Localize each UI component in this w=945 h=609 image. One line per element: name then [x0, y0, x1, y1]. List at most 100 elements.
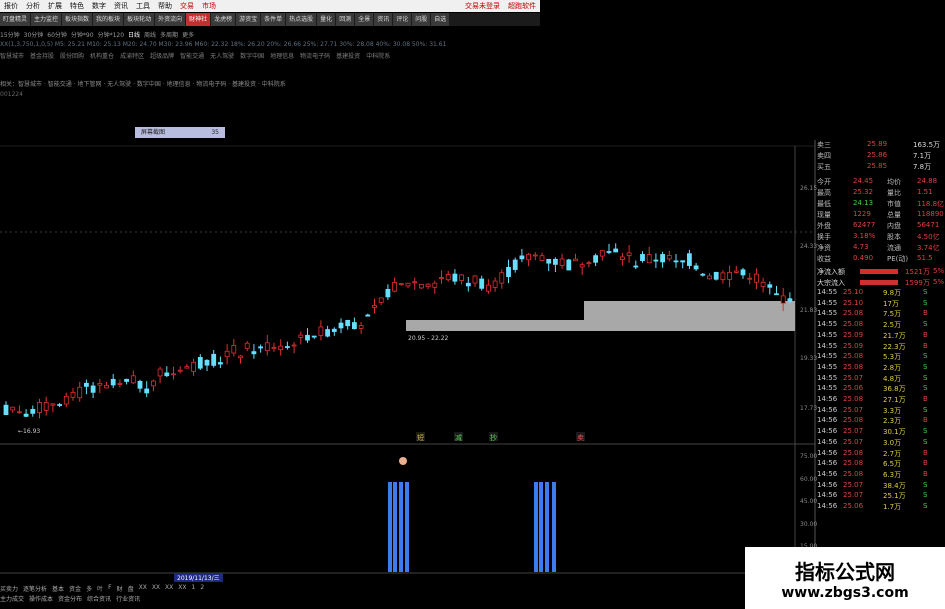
candle-body — [90, 385, 96, 393]
tick-v: 4.8万 — [883, 374, 902, 383]
bottom-tab2-1[interactable]: 操作成本 — [29, 594, 53, 603]
tick-p: 25.07 — [843, 491, 864, 500]
candle-body — [84, 382, 89, 387]
bottom-tab-8[interactable]: 盘 — [128, 584, 134, 593]
stat-value2: 56471 — [917, 221, 940, 229]
low-price-annotation: ←16.93 — [18, 428, 40, 435]
tick-f: B — [923, 395, 928, 403]
band-range-annotation: 20.95 - 22.22 — [408, 335, 449, 342]
bottom-tab-0[interactable]: 买卖力 — [0, 584, 18, 593]
bottom-tab-2[interactable]: 基本 — [52, 584, 64, 593]
tick-v: 22.3万 — [883, 342, 906, 351]
candle-body — [63, 395, 69, 405]
kline-chart[interactable]: 26.1524.3321.8319.3317.7375.0060.0045.00… — [0, 0, 945, 609]
bottom-tab-11[interactable]: XX — [165, 584, 173, 593]
tick-v: 17万 — [883, 299, 899, 308]
candle-body — [713, 271, 719, 280]
candle-body — [23, 413, 29, 417]
bottom-tab-10[interactable]: XX — [152, 584, 160, 593]
candle-body — [653, 259, 659, 262]
flow-label: 净流入额 — [817, 268, 845, 276]
bottom-tab2-0[interactable]: 主力成交 — [0, 594, 24, 603]
tick-row: 14:56 25.08 27.1万 B — [815, 395, 945, 405]
bottom-tab-13[interactable]: 1 — [192, 584, 196, 593]
stat-row: 最低 24.13 市值 118.8亿 — [815, 199, 945, 209]
tick-f: S — [923, 384, 928, 393]
stat-label2: 流通 — [887, 244, 901, 252]
tick-f: S — [923, 373, 928, 382]
watermark-title: 指标公式网 — [795, 559, 895, 584]
volume-bar — [539, 482, 543, 572]
bottom-tab-4[interactable]: 多 — [86, 584, 92, 593]
candle-body — [278, 345, 284, 351]
candle-body — [211, 353, 217, 366]
tick-v: 2.5万 — [883, 321, 902, 330]
tick-row: 14:55 25.08 2.5万 S — [815, 320, 945, 330]
stat-value: 4.73 — [853, 243, 869, 251]
candle-body — [191, 361, 197, 372]
tick-p: 25.07 — [843, 480, 864, 489]
watermark: 指标公式网 www.zbgs3.com — [745, 547, 945, 609]
volume-bar — [399, 482, 403, 572]
tick-t: 14:56 — [817, 469, 838, 478]
bottom-tab-12[interactable]: XX — [178, 584, 186, 593]
candle-body — [532, 254, 538, 257]
tick-t: 14:55 — [817, 384, 838, 393]
tick-f: S — [923, 502, 928, 510]
bottom-tab2-4[interactable]: 行业资讯 — [116, 594, 140, 603]
candle-body — [171, 373, 176, 376]
candle-body — [787, 298, 793, 302]
stat-value: 24.13 — [853, 199, 874, 207]
tick-t: 14:56 — [817, 480, 838, 489]
candle-body — [425, 283, 431, 288]
signal-label: 卖 — [577, 434, 584, 442]
tick-p: 25.06 — [843, 502, 864, 510]
bottom-tab-3[interactable]: 资金 — [69, 584, 81, 593]
candle-body — [465, 282, 471, 287]
candle-body — [700, 273, 706, 276]
tick-row: 14:56 25.07 25.1万 S — [815, 491, 945, 501]
stat-value2: 118.8亿 — [917, 200, 945, 208]
stat-label: 收益 — [817, 255, 831, 263]
candle-body — [43, 402, 49, 411]
tick-f: S — [923, 480, 928, 489]
tick-row: 14:55 25.08 5.3万 S — [815, 352, 945, 362]
candle-body — [110, 378, 116, 386]
stat-row: 今开 24.45 均价 24.88 — [815, 177, 945, 187]
candle-body — [10, 406, 16, 411]
candle-body — [613, 248, 619, 253]
tick-p: 25.09 — [843, 341, 864, 350]
candle-body — [720, 272, 726, 280]
stat-value2: 1.51 — [917, 188, 933, 196]
tick-v: 5.3万 — [883, 353, 902, 362]
tick-v: 30.1万 — [883, 428, 906, 437]
tick-p: 25.08 — [843, 352, 864, 361]
bottom-tab-5[interactable]: 叶 — [97, 584, 103, 593]
candle-body — [693, 265, 699, 270]
bottom-tab2-3[interactable]: 综合资讯 — [87, 594, 111, 603]
tick-v: 25.1万 — [883, 492, 906, 501]
candle-body — [472, 275, 478, 284]
bottom-tab-7[interactable]: 财 — [117, 584, 123, 593]
tick-v: 9.8万 — [883, 289, 902, 297]
candle-body — [579, 264, 585, 268]
volume-bar — [552, 482, 556, 572]
quote-volume: 163.5万 — [913, 141, 941, 149]
tick-f: B — [923, 309, 928, 318]
tick-row: 14:55 25.08 2.8万 S — [815, 363, 945, 373]
stat-label2: PE(动) — [887, 255, 909, 263]
bottom-tab-14[interactable]: 2 — [200, 584, 204, 593]
bottom-tab-9[interactable]: XX — [139, 584, 147, 593]
quote-volume: 7.8万 — [913, 163, 932, 171]
candle-body — [150, 380, 156, 387]
candle-body — [780, 295, 786, 304]
stat-row: 最高 25.32 量比 1.51 — [815, 188, 945, 198]
stat-label2: 股本 — [887, 233, 901, 241]
flow-pct: 5% — [933, 267, 945, 275]
bottom-tab-6[interactable]: F — [108, 584, 111, 593]
tick-p: 25.08 — [843, 459, 864, 468]
bottom-tab2-2[interactable]: 资金分布 — [58, 594, 82, 603]
flow-row: 大宗流入 1599万 5% — [815, 278, 945, 288]
bottom-tab-1[interactable]: 逐笔分析 — [23, 584, 47, 593]
candle-body — [633, 265, 639, 268]
